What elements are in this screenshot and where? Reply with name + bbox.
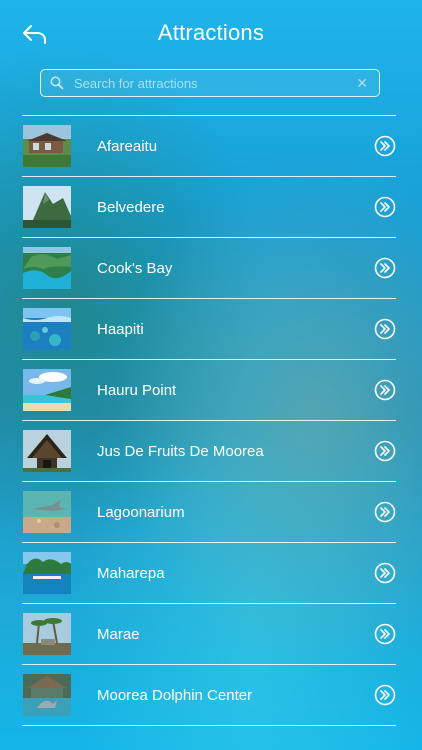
attraction-label: Maharepa xyxy=(97,564,165,582)
attraction-thumbnail xyxy=(23,369,71,411)
chevron-double-right-icon[interactable] xyxy=(374,623,396,645)
chevron-double-right-icon[interactable] xyxy=(374,257,396,279)
chevron-double-right-icon[interactable] xyxy=(374,440,396,462)
app-screen: Attractions ✕ Afareaitu Belvedere Cook's B… xyxy=(0,0,422,750)
chevron-double-right-icon[interactable] xyxy=(374,684,396,706)
attraction-thumbnail xyxy=(23,491,71,533)
chevron-double-right-icon[interactable] xyxy=(374,379,396,401)
attraction-label: Belvedere xyxy=(97,198,165,216)
list-item[interactable]: Haapiti xyxy=(22,299,396,360)
list-item[interactable]: Marae xyxy=(22,604,396,665)
list-item[interactable]: Maharepa xyxy=(22,543,396,604)
attraction-thumbnail xyxy=(23,186,71,228)
chevron-double-right-icon[interactable] xyxy=(374,562,396,584)
attraction-label: Cook's Bay xyxy=(97,259,173,277)
list-item[interactable]: Cook's Bay xyxy=(22,238,396,299)
attraction-thumbnail xyxy=(23,613,71,655)
attraction-label: Lagoonarium xyxy=(97,503,185,521)
attraction-thumbnail xyxy=(23,674,71,716)
attraction-thumbnail xyxy=(23,308,71,350)
attraction-label: Moorea Dolphin Center xyxy=(97,686,253,704)
attraction-label: Jus De Fruits De Moorea xyxy=(97,442,264,460)
page-title: Attractions xyxy=(157,20,265,45)
clear-search-icon[interactable]: ✕ xyxy=(356,75,368,91)
chevron-double-right-icon[interactable] xyxy=(374,318,396,340)
search-bar[interactable]: ✕ xyxy=(40,69,380,97)
list-item[interactable]: Jus De Fruits De Moorea xyxy=(22,421,396,482)
chevron-double-right-icon[interactable] xyxy=(374,196,396,218)
list-item[interactable]: Belvedere xyxy=(22,177,396,238)
chevron-double-right-icon[interactable] xyxy=(374,135,396,157)
attraction-thumbnail xyxy=(23,247,71,289)
list-item[interactable]: Lagoonarium xyxy=(22,482,396,543)
list-item[interactable]: Moorea Dolphin Center xyxy=(22,665,396,726)
attraction-label: Marae xyxy=(97,625,140,643)
attraction-thumbnail xyxy=(23,125,71,167)
header: Attractions xyxy=(0,0,422,66)
attraction-label: Afareaitu xyxy=(97,137,158,155)
search-input[interactable] xyxy=(74,73,344,93)
list-item[interactable]: Afareaitu xyxy=(22,116,396,177)
list-item[interactable]: Hauru Point xyxy=(22,360,396,421)
chevron-double-right-icon[interactable] xyxy=(374,501,396,523)
search-icon xyxy=(50,76,64,90)
attractions-list: Afareaitu Belvedere Cook's Bay Haapiti Hauru… xyxy=(22,115,396,726)
attraction-thumbnail xyxy=(23,430,71,472)
attraction-label: Hauru Point xyxy=(97,381,177,399)
attraction-label: Haapiti xyxy=(97,320,144,338)
attraction-thumbnail xyxy=(23,552,71,594)
